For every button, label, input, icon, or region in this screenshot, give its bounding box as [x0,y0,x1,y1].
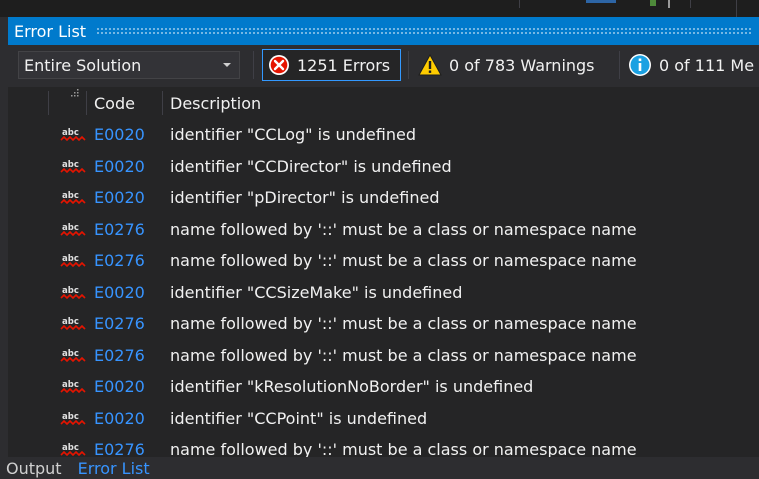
spelling-error-icon: abc [60,127,86,147]
toolbar-separator [253,51,254,79]
spelling-error-icon: abc [60,190,86,210]
error-code-link[interactable]: E0020 [94,371,145,403]
error-description: identifier "CCDirector" is undefined [170,156,452,176]
spelling-error-icon: abc [60,379,86,399]
table-row[interactable]: abc E0276 name followed by '::' must be a … [8,214,759,246]
error-description: name followed by '::' must be a class or… [170,314,637,333]
table-row[interactable]: abc E0020 identifier "CCPoint" is undefine… [8,403,759,435]
table-row[interactable]: abc E0020 identifier "CCSizeMake" is undef… [8,277,759,309]
messages-filter-button[interactable]: 0 of 111 Me [628,49,759,81]
error-code-link[interactable]: E0276 [94,434,145,457]
chevron-down-icon [223,63,231,67]
error-code-link[interactable]: E0020 [94,151,145,183]
editor-top-strip [0,0,759,17]
column-separator[interactable] [162,91,163,115]
error-code-link[interactable]: E0020 [94,403,145,435]
spelling-error-icon: abc [60,285,86,305]
error-description: identifier "CCLog" is undefined [170,125,416,144]
error-description: identifier "kResolutionNoBorder" is unde… [170,377,534,396]
toolbar-separator [408,51,409,79]
column-header-row: Code Description [8,87,759,119]
errors-count-label: 1251 Errors [297,55,391,75]
table-row[interactable]: abc E0020 identifier "kResolutionNoBorder"… [8,371,759,403]
tab-output[interactable]: Output [6,459,62,478]
error-icon [269,55,289,75]
error-description: name followed by '::' must be a class or… [170,440,637,457]
error-description: name followed by '::' must be a class or… [170,251,637,270]
drag-grip[interactable] [96,27,751,35]
error-description: identifier "pDirector" is undefined [170,188,440,207]
table-row[interactable]: abc E0276 name followed by '::' must be a … [8,340,759,372]
error-description: identifier "CCPoint" is undefined [170,408,428,428]
table-row[interactable]: abc E0276 name followed by '::' must be a … [8,308,759,340]
table-row[interactable]: abc E0020 identifier "CCDirector" is undef… [8,151,759,183]
error-description: name followed by '::' must be a class or… [170,219,637,239]
scope-dropdown[interactable]: Entire Solution [18,51,240,79]
error-code-link[interactable]: E0020 [94,277,145,309]
error-description: identifier "CCSizeMake" is undefined [170,282,463,302]
error-code-link[interactable]: E0276 [94,214,145,246]
scope-selected-value: Entire Solution [24,55,142,75]
error-code-link[interactable]: E0276 [94,308,145,340]
error-code-link[interactable]: E0020 [94,119,145,151]
error-code-link[interactable]: E0276 [94,340,145,372]
column-separator[interactable] [48,91,49,115]
error-code-link[interactable]: E0276 [94,245,145,277]
spelling-error-icon: abc [60,411,86,431]
messages-count-label: 0 of 111 Me [659,55,755,75]
spelling-error-icon: abc [60,222,86,242]
errors-filter-button[interactable]: 1251 Errors [262,49,401,81]
spelling-error-icon: abc [60,348,86,368]
error-code-link[interactable]: E0020 [94,182,145,214]
bottom-tab-strip: Output Error List [0,457,759,479]
spelling-error-icon: abc [60,442,86,457]
table-row[interactable]: abc E0020 identifier "CCLog" is undefined [8,119,759,151]
error-list-grid[interactable]: abc E0020 identifier "CCLog" is undefined a… [8,119,759,457]
panel-title: Error List [14,21,87,41]
column-header-code[interactable]: Code [94,87,135,119]
toolbar-separator [619,51,620,79]
table-row[interactable]: abc E0276 name followed by '::' must be a … [8,245,759,277]
column-header-description[interactable]: Description [170,87,261,119]
warnings-filter-button[interactable]: 0 of 783 Warnings [416,49,616,81]
table-row[interactable]: abc E0020 identifier "pDirector" is undefi… [8,182,759,214]
info-icon [629,54,651,76]
error-list-title-bar[interactable]: Error List [8,17,759,45]
spelling-error-icon: abc [60,253,86,273]
spelling-error-icon: abc [60,159,86,179]
column-separator[interactable] [86,91,87,115]
error-description: name followed by '::' must be a class or… [170,345,637,365]
sort-grip-icon[interactable] [70,89,80,99]
warnings-count-label: 0 of 783 Warnings [449,55,595,75]
spelling-error-icon: abc [60,316,86,336]
error-list-toolbar: Entire Solution 1251 Errors 0 of 783 War… [8,45,759,85]
tab-error-list[interactable]: Error List [78,459,150,478]
warning-icon [418,54,442,76]
table-row[interactable]: abc E0276 name followed by '::' must be a … [8,434,759,457]
